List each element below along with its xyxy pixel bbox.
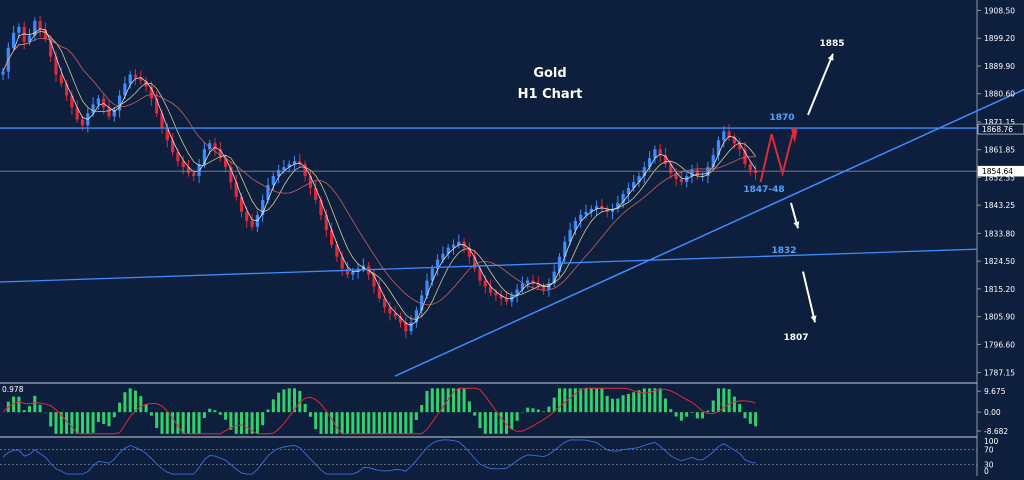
candle-body <box>271 176 275 186</box>
y-tick-label: 1889.90 <box>984 62 1015 71</box>
candle-body <box>245 211 249 221</box>
osc-tick-label: 9.675 <box>984 387 1006 396</box>
osc-value-label: 0.978 <box>2 385 24 394</box>
candle-body <box>494 292 498 296</box>
candle-body <box>202 149 206 165</box>
candle-body <box>409 322 413 332</box>
candle-body <box>128 74 132 84</box>
gold-h1-chart: 1908.50 1899.20 1889.90 1880.60 1871.15 1861.… <box>0 0 1024 476</box>
candle-body <box>722 131 726 141</box>
price-tag-label: 1854.64 <box>982 167 1013 176</box>
price-tag-label: 1868.76 <box>982 125 1013 134</box>
candle-body <box>584 211 588 215</box>
candle-body <box>738 143 742 150</box>
candle-body <box>388 307 392 314</box>
candle-body <box>96 98 100 105</box>
y-tick-label: 1796.60 <box>984 340 1015 349</box>
rsi-tick-label: 70 <box>984 445 994 454</box>
annotation-1832: 1832 <box>771 246 796 256</box>
y-tick-label: 1833.80 <box>984 229 1015 238</box>
candle-body <box>345 268 350 275</box>
y-tick-label: 1908.50 <box>984 6 1015 15</box>
candle-body <box>716 140 721 156</box>
candle-body <box>59 74 63 84</box>
chart-title: Gold <box>533 66 566 81</box>
candle-body <box>261 199 265 215</box>
y-tick-label: 1843.25 <box>984 201 1015 210</box>
candle-body <box>133 74 138 78</box>
candle-body <box>483 280 487 287</box>
rsi-tick-label: 0 <box>984 467 989 476</box>
candle-body <box>43 29 47 39</box>
chart-subtitle: H1 Chart <box>518 87 583 102</box>
candle-body <box>319 199 323 215</box>
y-tick-label: 1787.15 <box>984 369 1015 378</box>
chart-background <box>0 0 1024 476</box>
y-tick-label: 1815.20 <box>984 285 1015 294</box>
annotation-1807: 1807 <box>783 333 808 343</box>
candle-body <box>17 26 21 33</box>
candle-body <box>250 220 254 227</box>
candle-body <box>679 179 683 183</box>
candle-body <box>557 256 562 272</box>
annotation-1885: 1885 <box>819 39 844 49</box>
y-tick-label: 1805.90 <box>984 313 1015 322</box>
y-tick-label: 1899.20 <box>984 34 1015 43</box>
candle-body <box>192 173 196 177</box>
candle-body <box>102 98 106 108</box>
osc-tick-label: 0.00 <box>984 408 1001 417</box>
candle-body <box>1 71 5 75</box>
candle-body <box>542 286 546 290</box>
candle-body <box>504 298 509 302</box>
candle-body <box>12 32 16 48</box>
candle-body <box>754 170 758 174</box>
candle-body <box>155 98 159 114</box>
candle-body <box>457 241 461 245</box>
candle-body <box>526 280 530 284</box>
candle-body <box>653 149 657 159</box>
annotation-1847-48: 1847-48 <box>743 185 784 195</box>
chart-canvas: 1908.501899.201889.901880.601871.151861.… <box>0 0 1024 476</box>
candle-body <box>579 214 583 221</box>
y-tick-label: 1880.60 <box>984 90 1015 99</box>
candle-body <box>351 271 355 275</box>
y-tick-label: 1824.50 <box>984 257 1015 266</box>
y-tick-label: 1861.85 <box>984 146 1015 155</box>
annotation-1870: 1870 <box>769 113 794 123</box>
candle-body <box>107 107 111 117</box>
candle-body <box>451 244 456 248</box>
osc-tick-label: -8.682 <box>984 427 1008 436</box>
candle-body <box>748 164 752 171</box>
candle-body <box>80 119 85 126</box>
candle-body <box>282 167 286 171</box>
